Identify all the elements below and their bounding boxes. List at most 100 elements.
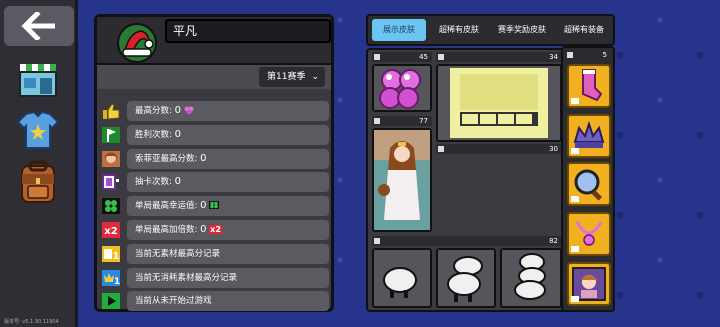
back-arrow-icon: [21, 12, 55, 40]
count-side: 5: [602, 51, 607, 59]
equipment-portrait[interactable]: [567, 262, 611, 306]
multiplier-icon: x2: [102, 221, 120, 238]
stat-value: 0: [200, 200, 207, 212]
equipment-column: 5: [561, 46, 615, 312]
equipment-hat[interactable]: [567, 114, 611, 158]
skin-slot-pink-ball[interactable]: [372, 64, 432, 112]
stat-label: 单局最高幸运值:: [135, 201, 201, 212]
equipment-magnifier[interactable]: [567, 162, 611, 206]
count-character: 77: [419, 117, 428, 125]
stat-label: 当前无消耗素材最高分记录: [135, 272, 238, 283]
count-pink-ball: 45: [419, 53, 428, 61]
badge-icon: [571, 246, 579, 252]
tab-display-skins[interactable]: 展示皮肤: [372, 19, 426, 41]
slot-icon: [374, 118, 380, 124]
flower-icon: [184, 106, 194, 114]
stat-row-no-consume: 1 当前无消耗素材最高分记录: [101, 267, 329, 288]
badge-icon: [571, 98, 579, 104]
stat-row-best-luck: 单局最高幸运值: 0: [101, 196, 329, 217]
pink-ball-icon: [379, 69, 421, 109]
stat-list: 最高分数: 0 胜利次数: 0 索菲亚最高分数: 0 抽卡次数: 0 单局最高幸…: [101, 101, 329, 315]
stat-label: 最高分数:: [135, 106, 175, 116]
skin-slot-sheep-3[interactable]: [500, 248, 562, 308]
equipment-sock[interactable]: [567, 64, 611, 108]
no-consume-icon: 1: [102, 269, 120, 287]
card-draw-icon: [102, 174, 119, 191]
slot-icon: [438, 146, 444, 152]
avatar[interactable]: [117, 23, 157, 63]
shirt-icon[interactable]: [14, 108, 62, 152]
count-yellow-frame: 34: [549, 53, 558, 61]
tab-super-rare-skins[interactable]: 超稀有皮肤: [430, 19, 488, 41]
stat-value: 0: [174, 128, 181, 140]
stat-row-sofia-score: 索菲亚最高分数: 0: [101, 148, 329, 169]
sheep-icon: [383, 267, 417, 298]
flag-icon: [102, 126, 120, 143]
play-icon: [102, 293, 120, 310]
badge-icon: [571, 148, 579, 154]
left-nav-rail: 版本号: v5.1.90.11904: [0, 0, 78, 327]
thumbs-up-icon: [103, 103, 120, 120]
stat-row-never-played: 当前从未开始过游戏: [101, 291, 329, 312]
season-label: 第11赛季: [267, 72, 306, 82]
svg-text:x2: x2: [104, 226, 117, 237]
clover-icon: [102, 198, 120, 215]
santa-hat-icon: [122, 30, 154, 57]
slot-icon: [374, 54, 380, 60]
stat-row-best-multiplier: x2 单局最高加倍数: 0 x2: [101, 219, 329, 240]
profile-panel: 平凡 第11赛季 ⌄ 最高分数: 0 胜利次数: 0 索菲亚最高分数: 0 抽卡…: [94, 14, 334, 312]
yellow-building-icon: [450, 68, 548, 138]
backpack-icon[interactable]: [14, 160, 62, 204]
count-bar: 34: [436, 52, 562, 62]
stat-label: 单局最高加倍数:: [135, 224, 201, 235]
character-portrait-icon: [374, 130, 430, 230]
stat-row-wins: 胜利次数: 0: [101, 124, 329, 145]
stat-label: 当前从未开始过游戏: [135, 296, 212, 307]
skin-tabs: 展示皮肤 超稀有皮肤 赛季奖励皮肤 超稀有装备: [366, 14, 615, 46]
x2-badge-icon: x2: [209, 224, 222, 234]
player-name: 平凡: [165, 19, 331, 43]
stat-value: 0: [200, 152, 207, 164]
count-bar: 82: [372, 236, 562, 246]
slot-icon: [567, 52, 573, 58]
stat-value: 0: [174, 105, 181, 116]
stat-value: 0: [174, 176, 181, 188]
slot-icon: [438, 54, 444, 60]
skin-slot-character[interactable]: [372, 128, 432, 232]
stat-label: 索菲亚最高分数:: [135, 153, 201, 164]
count-bar: 77: [372, 116, 432, 126]
sheep-stack-icon: [447, 256, 483, 302]
season-dropdown[interactable]: 第11赛季 ⌄: [259, 67, 325, 87]
count-middle: 30: [549, 145, 558, 153]
badge-icon: [571, 296, 579, 302]
skin-slot-yellow-frame[interactable]: [436, 64, 562, 142]
sheep-tower-icon: [514, 253, 546, 300]
chevron-down-icon: ⌄: [311, 72, 319, 82]
stat-row-no-material: 1 当前无素材最高分记录: [101, 243, 329, 264]
profile-header: 平凡: [97, 17, 331, 65]
stat-label: 抽卡次数:: [135, 177, 175, 188]
svg-text:1: 1: [113, 251, 120, 262]
clover-small-icon: [209, 201, 220, 210]
back-button[interactable]: [4, 6, 74, 46]
tab-super-rare-equipment[interactable]: 超稀有装备: [556, 19, 612, 41]
skin-slot-empty[interactable]: [436, 156, 562, 232]
stat-value: 0: [200, 223, 207, 235]
stat-row-card-draws: 抽卡次数: 0: [101, 172, 329, 193]
equipment-necklace[interactable]: [567, 212, 611, 256]
svg-text:1: 1: [114, 277, 120, 287]
stat-label: 当前无素材最高分记录: [135, 248, 221, 259]
skin-slot-sheep-1[interactable]: [372, 248, 432, 308]
badge-icon: [571, 196, 579, 202]
season-bar: 第11赛季 ⌄: [97, 65, 331, 89]
sofia-portrait-icon: [102, 150, 120, 167]
shop-icon[interactable]: [14, 58, 62, 102]
version-text: 版本号: v5.1.90.11904: [4, 319, 59, 325]
count-bar: 45: [372, 52, 432, 62]
count-bar: 5: [565, 50, 611, 60]
tab-season-reward-skins[interactable]: 赛季奖励皮肤: [490, 19, 554, 41]
slot-icon: [374, 238, 380, 244]
count-sheep: 82: [549, 237, 558, 245]
skin-slot-sheep-2[interactable]: [436, 248, 496, 308]
stat-row-best-score: 最高分数: 0: [101, 101, 329, 121]
